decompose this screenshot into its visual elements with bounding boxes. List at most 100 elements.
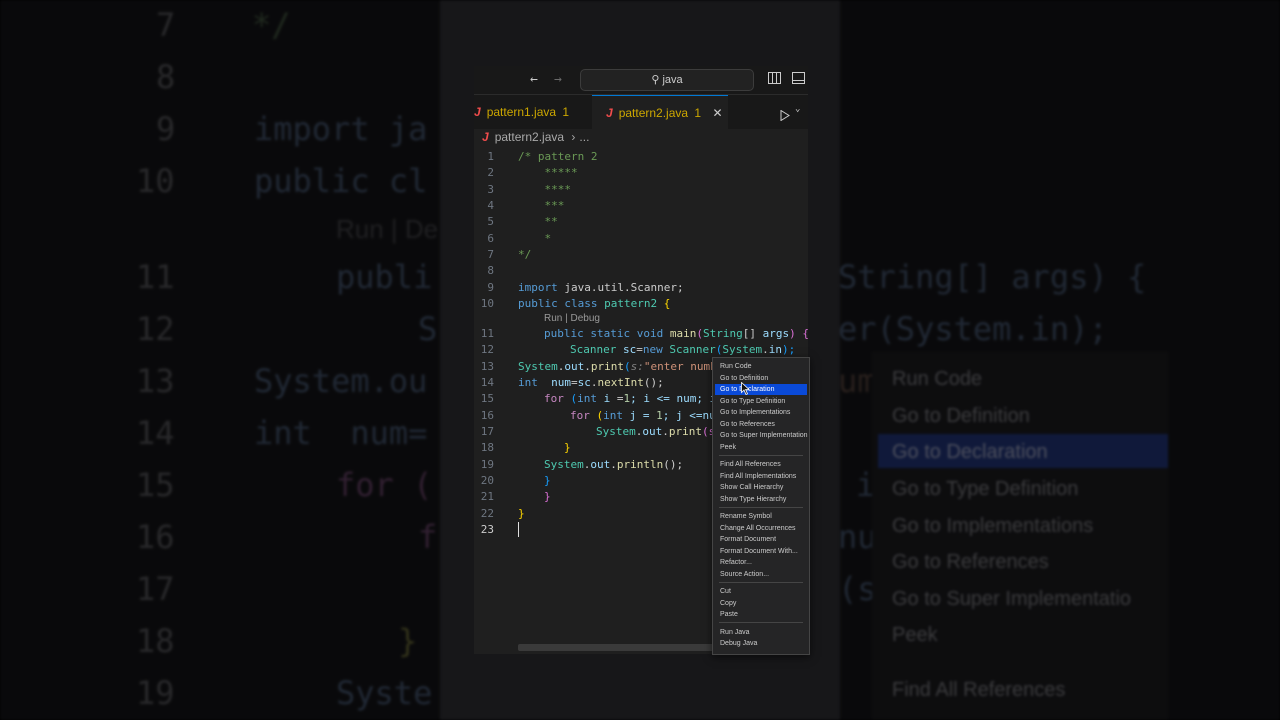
- code-line-14[interactable]: int num=sc.nextInt();: [518, 376, 664, 389]
- code-token: System: [518, 360, 558, 373]
- code-token: for: [570, 409, 590, 422]
- line-number: 21: [480, 490, 494, 503]
- line-number: 5: [487, 215, 494, 228]
- menu-source-action[interactable]: Source Action...: [715, 569, 807, 580]
- code-line-21[interactable]: }: [544, 490, 551, 503]
- code-token: nextInt: [597, 376, 644, 389]
- run-play-icon[interactable]: [780, 106, 790, 125]
- horizontal-scrollbar[interactable]: [518, 644, 718, 651]
- code-line-19[interactable]: System.out.println();: [544, 458, 683, 471]
- code-token: System: [544, 458, 584, 471]
- line-number: 22: [480, 507, 494, 520]
- menu-debug-java[interactable]: Debug Java: [715, 638, 807, 649]
- menu-rename-symbol[interactable]: Rename Symbol: [715, 511, 807, 522]
- menu-show-call-hierarchy[interactable]: Show Call Hierarchy: [715, 482, 807, 493]
- code-line-22[interactable]: }: [518, 507, 525, 520]
- sidebar-toggle-icon[interactable]: [768, 72, 781, 89]
- menu-peek[interactable]: Peek: [715, 442, 807, 453]
- code-token: =: [571, 376, 578, 389]
- menu-refactor[interactable]: Refactor...: [715, 557, 807, 568]
- menu-find-all-references[interactable]: Find All References: [715, 459, 807, 470]
- code-line-1[interactable]: /* pattern 2: [518, 150, 597, 163]
- code-token: i: [597, 392, 617, 405]
- line-number-current: 23: [480, 523, 494, 536]
- menu-run-java[interactable]: Run Java: [715, 627, 807, 638]
- menu-run-code[interactable]: Run Code: [715, 361, 807, 372]
- code-token: public static void: [544, 327, 664, 340]
- close-tab-icon[interactable]: ✕: [712, 106, 722, 120]
- java-file-icon: J: [606, 106, 613, 120]
- code-token: System: [596, 425, 636, 438]
- code-token: j =: [623, 409, 657, 422]
- code-line-13[interactable]: System.out.print(s:"enter numb: [518, 360, 717, 373]
- code-token: []: [742, 327, 763, 340]
- menu-paste[interactable]: Paste: [715, 609, 807, 620]
- code-line-2[interactable]: *****: [518, 166, 577, 179]
- code-token: ();: [663, 458, 684, 471]
- command-center-search[interactable]: ⚲ java: [580, 69, 754, 91]
- code-token: ; i <= num; i: [630, 392, 717, 405]
- code-line-18[interactable]: }: [564, 441, 571, 454]
- code-line-6[interactable]: *: [518, 232, 551, 245]
- code-line-15[interactable]: for (int i =1; i <= num; i: [544, 392, 716, 405]
- menu-find-all-implementations[interactable]: Find All Implementations: [715, 471, 807, 482]
- code-lens-run-debug[interactable]: Run | Debug: [544, 313, 600, 324]
- code-line-10[interactable]: public class pattern2 {: [518, 297, 670, 310]
- line-number: 4: [487, 199, 494, 212]
- mouse-pointer-icon: [741, 380, 751, 399]
- menu-go-to-implementations[interactable]: Go to Implementations: [715, 407, 807, 418]
- menu-format-document[interactable]: Format Document: [715, 534, 807, 545]
- line-number: 18: [480, 441, 494, 454]
- java-file-icon: J: [474, 105, 481, 119]
- breadcrumb[interactable]: Jpattern2.java ›...: [482, 130, 589, 148]
- code-token: pattern2: [597, 297, 664, 310]
- code-line-20[interactable]: }: [544, 474, 551, 487]
- code-line-11[interactable]: public static void main(String[] args) {: [544, 327, 808, 340]
- code-token: public class: [518, 297, 598, 310]
- forward-arrow-icon[interactable]: →: [554, 72, 562, 88]
- menu-change-all-occurrences[interactable]: Change All Occurrences: [715, 523, 807, 534]
- code-token: (: [696, 327, 703, 340]
- code-line-16[interactable]: for (int j = 1; j <=nu: [570, 409, 716, 422]
- tab-pattern2[interactable]: Jpattern2.java 1 ✕: [592, 95, 728, 129]
- code-token: ; j <=nu: [662, 409, 716, 422]
- menu-format-document-with[interactable]: Format Document With...: [715, 546, 807, 557]
- panel-toggle-icon[interactable]: [792, 72, 805, 89]
- code-line-12[interactable]: Scanner sc=new Scanner(System.in);: [570, 343, 795, 356]
- tab-pattern1[interactable]: Jpattern1.java 1: [474, 95, 590, 129]
- code-line-4[interactable]: ***: [518, 199, 564, 212]
- code-line-5[interactable]: **: [518, 215, 557, 228]
- code-token: .: [762, 343, 769, 356]
- menu-separator: [719, 622, 803, 623]
- menu-go-to-type-definition[interactable]: Go to Type Definition: [715, 396, 807, 407]
- code-line-3[interactable]: ****: [518, 183, 571, 196]
- code-token: num: [537, 376, 571, 389]
- search-text: java: [662, 74, 683, 86]
- context-menu: Run Code Go to Definition Go to Declarat…: [712, 357, 810, 655]
- code-token: println: [616, 458, 664, 471]
- code-token: Scanner: [662, 343, 716, 356]
- chevron-down-icon[interactable]: ⌄: [795, 104, 800, 114]
- parameter-hint: s:: [630, 360, 644, 373]
- line-number: 6: [487, 232, 494, 245]
- code-token: "enter numb: [643, 360, 717, 373]
- code-line-9[interactable]: import java.util.Scanner;: [518, 281, 684, 294]
- code-token: ) {: [789, 327, 808, 340]
- code-line-7[interactable]: */: [518, 248, 531, 261]
- code-token: {: [663, 297, 671, 310]
- code-line-17[interactable]: System.out.print(s: [596, 425, 715, 438]
- menu-go-to-definition[interactable]: Go to Definition: [715, 373, 807, 384]
- back-arrow-icon[interactable]: ←: [530, 72, 538, 88]
- code-token: sc: [577, 376, 591, 389]
- menu-go-to-super-implementation[interactable]: Go to Super Implementation: [715, 430, 808, 441]
- menu-go-to-declaration[interactable]: Go to Declaration: [715, 384, 807, 395]
- menu-cut[interactable]: Cut: [715, 586, 807, 597]
- menu-go-to-references[interactable]: Go to References: [715, 419, 807, 430]
- title-bar: ← → ⚲ java: [474, 66, 808, 95]
- code-token: print: [668, 425, 702, 438]
- menu-copy[interactable]: Copy: [715, 598, 807, 609]
- line-number: 7: [487, 248, 494, 261]
- search-icon: ⚲: [651, 74, 660, 86]
- code-token: .: [590, 376, 598, 389]
- menu-show-type-hierarchy[interactable]: Show Type Hierarchy: [715, 494, 807, 505]
